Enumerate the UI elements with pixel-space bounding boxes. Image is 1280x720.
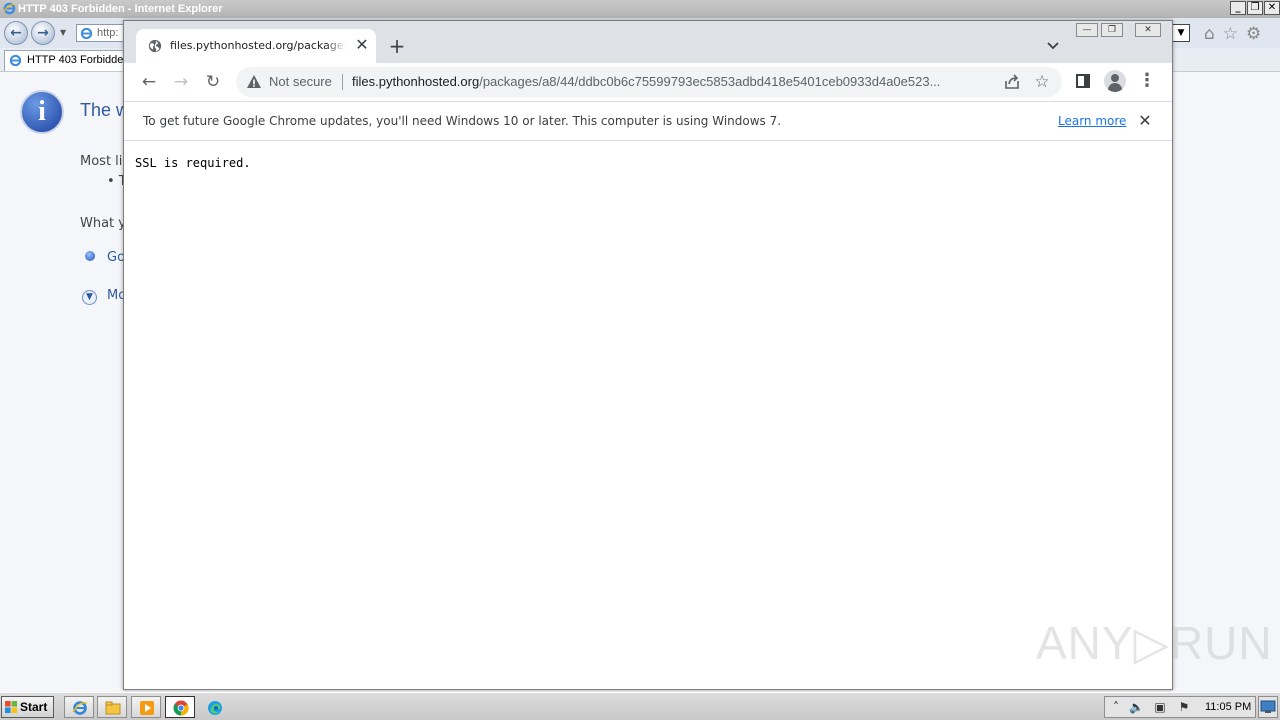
chrome-tab-title: files.pythonhosted.org/packages/a8/44/dd… — [170, 39, 346, 52]
ie-tab-label: HTTP 403 Forbidden — [27, 54, 130, 66]
url-path: /packages/a8/44/ddbc0b6c75599793ec5853ad… — [479, 74, 941, 89]
go-back-icon — [85, 251, 95, 261]
chrome-minimize-button[interactable]: — — [1076, 23, 1098, 37]
omnibox-separator — [342, 74, 343, 90]
info-icon: i — [20, 90, 64, 134]
reload-icon[interactable]: ↻ — [200, 69, 226, 95]
profile-avatar-icon[interactable] — [1104, 70, 1126, 92]
infobar-message: To get future Google Chrome updates, you… — [143, 114, 782, 128]
home-icon[interactable]: ⌂ — [1204, 25, 1215, 43]
globe-icon — [148, 39, 162, 53]
ie-restore-button[interactable]: ❐ — [1247, 1, 1263, 15]
start-label: Start — [20, 700, 48, 714]
not-secure-label[interactable]: Not secure — [269, 74, 332, 89]
ie-history-dropdown-icon[interactable]: ▼ — [60, 28, 66, 37]
forward-arrow-icon[interactable]: → — [168, 69, 194, 95]
tab-search-chevron-icon[interactable] — [1042, 35, 1064, 57]
tab-close-icon[interactable]: ✕ — [352, 35, 372, 55]
folder-icon — [105, 701, 121, 715]
media-player-icon — [140, 701, 154, 715]
network-icon[interactable]: ▣ — [1153, 700, 1167, 714]
update-infobar: To get future Google Chrome updates, you… — [124, 101, 1172, 141]
new-tab-button[interactable]: + — [386, 35, 408, 57]
infobar-close-icon[interactable]: ✕ — [1136, 111, 1154, 131]
ie-address-text: http: — [97, 27, 119, 39]
internet-explorer-icon — [72, 701, 88, 715]
warning-triangle-icon[interactable] — [246, 74, 262, 90]
page-body-text: SSL is required. — [135, 156, 251, 170]
chrome-toolbar: ← → ↻ Not secure files.pythonhosted.org/… — [124, 63, 1172, 101]
ie-error-heading: The w — [80, 100, 130, 120]
action-center-flag-icon[interactable]: ⚑ — [1177, 700, 1191, 714]
ie-close-button[interactable]: ✕ — [1264, 1, 1280, 15]
url-text[interactable]: files.pythonhosted.org/packages/a8/44/dd… — [352, 74, 992, 89]
anyrun-watermark: ANY▷RUN — [1036, 610, 1272, 670]
learn-more-link[interactable]: Learn more — [1058, 114, 1126, 128]
more-menu-icon[interactable]: ⋮ — [1138, 69, 1156, 95]
ie-tab[interactable]: HTTP 403 Forbidden — [4, 50, 134, 71]
taskbar-media-player[interactable] — [131, 696, 161, 718]
internet-explorer-icon — [3, 2, 16, 15]
show-desktop-button[interactable] — [1258, 696, 1278, 718]
back-arrow-icon[interactable]: ← — [136, 69, 162, 95]
url-host: files.pythonhosted.org — [352, 74, 480, 89]
taskbar: Start ˄ 🔈 ▣ ⚑ 11:05 PM — [0, 692, 1280, 720]
taskbar-edge[interactable] — [199, 696, 229, 718]
chrome-restore-button[interactable]: ❐ — [1101, 23, 1123, 37]
favorites-star-icon[interactable]: ☆ — [1223, 25, 1238, 43]
taskbar-internet-explorer[interactable] — [64, 696, 94, 718]
page-content: SSL is required. — [124, 142, 1172, 689]
ie-what-text: What y — [80, 216, 126, 231]
bookmark-star-icon[interactable]: ☆ — [1032, 71, 1052, 93]
chrome-window: files.pythonhosted.org/packages/a8/44/dd… — [123, 20, 1173, 690]
chrome-tab[interactable]: files.pythonhosted.org/packages/a8/44/dd… — [136, 29, 376, 63]
side-panel-icon[interactable] — [1076, 74, 1090, 88]
windows-flag-icon — [5, 701, 18, 714]
desktop-icon — [1260, 700, 1276, 713]
gear-icon[interactable]: ⚙ — [1246, 25, 1261, 43]
volume-icon[interactable]: 🔈 — [1129, 700, 1144, 714]
ie-back-button[interactable]: ← — [4, 21, 28, 45]
ie-page-icon — [80, 27, 93, 40]
taskbar-chrome[interactable] — [165, 696, 195, 718]
chrome-close-button[interactable]: ✕ — [1135, 23, 1161, 37]
clock[interactable]: 11:05 PM — [1205, 701, 1251, 713]
ie-minimize-button[interactable]: _ — [1230, 1, 1246, 15]
watermark-text: ANY▷RUN — [1036, 617, 1273, 669]
ie-titlebar: HTTP 403 Forbidden - Internet Explorer _… — [0, 0, 1280, 18]
omnibox[interactable]: Not secure files.pythonhosted.org/packag… — [236, 67, 1062, 97]
edge-icon — [208, 701, 222, 715]
ie-address-dropdown-button[interactable]: ▼ — [1172, 24, 1190, 42]
taskbar-file-explorer[interactable] — [97, 696, 127, 718]
ie-tab-icon — [9, 54, 22, 67]
share-icon[interactable] — [1002, 72, 1022, 92]
chrome-icon — [173, 700, 189, 716]
show-hidden-icons-icon[interactable]: ˄ — [1109, 700, 1123, 714]
chevron-down-icon[interactable]: ▼ — [82, 290, 97, 305]
start-button[interactable]: Start — [1, 696, 54, 718]
ie-forward-button[interactable]: → — [31, 21, 55, 45]
ie-window-title: HTTP 403 Forbidden - Internet Explorer — [18, 3, 223, 15]
system-tray: ˄ 🔈 ▣ ⚑ 11:05 PM — [1104, 696, 1256, 718]
chrome-tabstrip: files.pythonhosted.org/packages/a8/44/dd… — [124, 21, 1172, 63]
ie-error-text: Most li — [80, 154, 123, 169]
